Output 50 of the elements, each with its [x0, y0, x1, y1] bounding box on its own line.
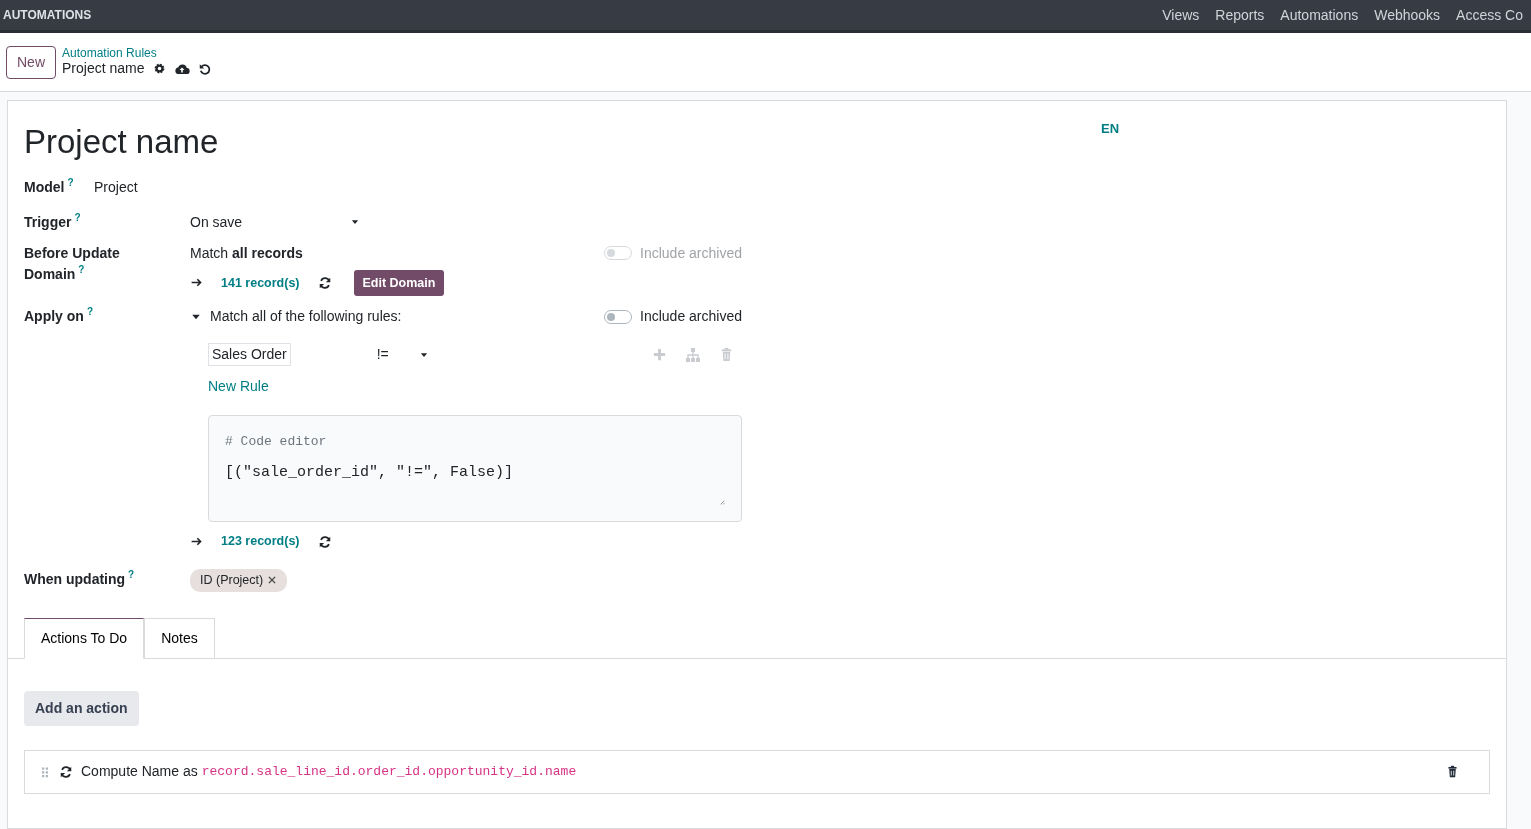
action-description: Compute Name as: [81, 762, 198, 782]
help-tooltip[interactable]: ?: [128, 569, 135, 580]
add-action-button[interactable]: Add an action: [24, 690, 139, 726]
action-row[interactable]: Compute Name as record.sale_line_id.order_id.opportunity_id.name: [24, 749, 1490, 794]
record-title: Project name: [24, 122, 219, 162]
close-icon[interactable]: [267, 575, 278, 586]
menu-item[interactable]: Webhooks: [1366, 4, 1449, 26]
menu-item[interactable]: Access Co: [1448, 4, 1531, 26]
code-editor[interactable]: # Code editor [("sale_order_id", "!=", False)]: [208, 415, 742, 523]
help-tooltip[interactable]: ?: [78, 263, 85, 275]
breadcrumb-link[interactable]: Automation Rules: [62, 47, 212, 61]
refresh-icon[interactable]: [317, 534, 332, 549]
edit-domain-button[interactable]: Edit Domain: [353, 269, 445, 297]
rule-match-text: Match all of the following rules:: [210, 307, 402, 327]
toggle-label: Include archived: [640, 243, 742, 263]
code-comment: # Code editor: [225, 433, 328, 452]
model-value: Project: [94, 177, 138, 197]
breadcrumb-current: Project name: [62, 60, 145, 77]
code-expression: record.sale_line_id.order_id.opportunity_id.name: [201, 763, 577, 781]
help-tooltip[interactable]: ?: [74, 211, 81, 223]
tab[interactable]: Actions To Do: [24, 617, 145, 659]
menu-item[interactable]: Automations: [1272, 4, 1367, 26]
language-link[interactable]: EN: [1101, 119, 1120, 139]
refresh-icon[interactable]: [317, 275, 332, 290]
record-count-link[interactable]: 141 record(s): [221, 273, 300, 293]
trigger-select[interactable]: On save: [190, 211, 360, 233]
help-tooltip[interactable]: ?: [67, 176, 74, 188]
tag-label: ID (Project): [200, 572, 264, 589]
new-button[interactable]: New: [6, 45, 56, 79]
toggle-label: Include archived: [640, 307, 742, 327]
domain-summary: Match all records: [190, 243, 303, 263]
menu-item[interactable]: Views: [1154, 4, 1208, 26]
app-title: AUTOMATIONS: [3, 7, 92, 24]
field-label: Trigger $^{?}$: [24, 211, 82, 232]
operator-select[interactable]: !=: [376, 344, 429, 366]
refresh-icon[interactable]: [59, 764, 73, 779]
undo-icon[interactable]: [197, 61, 212, 76]
tab[interactable]: Notes: [144, 617, 215, 659]
field-label: When updating $^{?}$: [24, 569, 136, 589]
record-count-link[interactable]: 123 record(s): [221, 532, 300, 551]
field-label: Apply on $^{?}$: [24, 306, 94, 327]
rule-field-selector[interactable]: Sales Order: [208, 343, 291, 367]
new-rule-link[interactable]: New Rule: [208, 376, 269, 398]
delete-icon[interactable]: [1446, 765, 1459, 779]
field-label: Before Update Domain $^{?}$: [24, 243, 121, 284]
settings-icon[interactable]: [152, 62, 166, 76]
help-tooltip[interactable]: ?: [86, 306, 93, 318]
code-text: [("sale_order_id", "!=", False)]: [225, 462, 515, 483]
menu-item[interactable]: Reports: [1207, 4, 1273, 26]
field-label: Model $^{?}$: [24, 176, 75, 197]
